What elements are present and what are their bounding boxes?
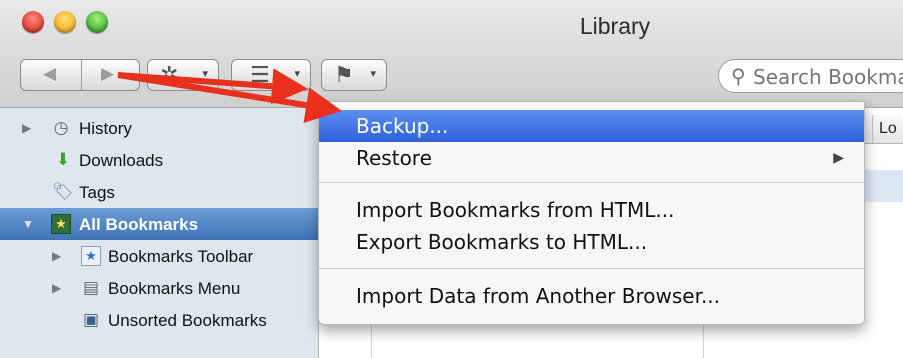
- disclosure-triangle-icon[interactable]: ▼: [22, 217, 34, 231]
- star-folder-icon: ★: [81, 246, 101, 266]
- search-field[interactable]: ⚲: [718, 59, 903, 93]
- menu-item-import-html[interactable]: Import Bookmarks from HTML...: [319, 194, 864, 226]
- menu-separator: [319, 182, 864, 183]
- sidebar-item-label: Tags: [79, 183, 115, 202]
- sidebar-item-unsorted-bookmarks[interactable]: ▣ Unsorted Bookmarks: [0, 304, 318, 336]
- column-header-location[interactable]: Lo: [879, 120, 897, 138]
- unsorted-folder-icon: ▣: [82, 310, 100, 329]
- menu-item-import-browser[interactable]: Import Data from Another Browser...: [319, 280, 864, 312]
- sidebar-item-tags[interactable]: 🏷 Tags: [0, 176, 318, 208]
- disclosure-triangle-icon[interactable]: ▶: [52, 281, 61, 295]
- list-view-icon: ☰: [250, 62, 270, 87]
- column-separator: [872, 115, 873, 143]
- submenu-arrow-icon: ▶: [833, 150, 844, 166]
- sidebar-item-bookmarks-toolbar[interactable]: ▶ ★ Bookmarks Toolbar: [0, 240, 318, 272]
- window-title: Library: [579, 13, 651, 39]
- clock-icon: ◷: [53, 118, 69, 137]
- sidebar-item-downloads[interactable]: ⬇ Downloads: [0, 144, 318, 176]
- back-icon[interactable]: ◀: [43, 64, 56, 84]
- menu-item-label: Export Bookmarks to HTML...: [356, 230, 648, 254]
- menu-item-label: Restore: [356, 146, 432, 170]
- organize-button[interactable]: ✲ ▾: [147, 59, 219, 91]
- views-button[interactable]: ☰ ▾: [231, 59, 311, 91]
- tag-icon: 🏷: [52, 182, 74, 201]
- import-backup-menu: Backup... Restore ▶ Import Bookmarks fro…: [318, 101, 865, 325]
- sidebar-item-label: Unsorted Bookmarks: [108, 311, 267, 330]
- sidebar-item-label: Downloads: [79, 151, 164, 170]
- menu-item-label: Backup...: [356, 114, 449, 138]
- chevron-down-icon: ▾: [370, 68, 376, 80]
- sidebar-item-label: Bookmarks Toolbar: [108, 247, 254, 266]
- bookmarks-star-icon: ★: [51, 214, 71, 234]
- back-forward-group: ◀ ▶: [20, 59, 140, 91]
- sidebar-item-label: Bookmarks Menu: [108, 279, 241, 298]
- menu-separator: [319, 268, 864, 269]
- title-toolbar: Library ◀ ▶ ✲ ▾ ☰ ▾ ⚑ ▾ ⚲: [0, 0, 903, 108]
- import-backup-icon: ⚑: [334, 62, 354, 87]
- chevron-down-icon: ▾: [294, 68, 300, 80]
- gear-icon: ✲: [160, 62, 179, 87]
- sidebar-item-bookmarks-menu[interactable]: ▶ ▤ Bookmarks Menu: [0, 272, 318, 304]
- menu-item-export-html[interactable]: Export Bookmarks to HTML...: [319, 226, 864, 258]
- library-window: Library ◀ ▶ ✲ ▾ ☰ ▾ ⚑ ▾ ⚲ ▶ ◷ History: [0, 0, 903, 358]
- sidebar-item-history[interactable]: ▶ ◷ History: [0, 112, 318, 144]
- import-backup-button[interactable]: ⚑ ▾: [321, 59, 387, 91]
- menu-item-label: Import Data from Another Browser...: [356, 284, 721, 308]
- search-input[interactable]: [753, 65, 903, 89]
- menu-folder-icon: ▤: [82, 278, 100, 297]
- sidebar-item-label: All Bookmarks: [79, 215, 199, 234]
- disclosure-triangle-icon[interactable]: ▶: [22, 121, 31, 135]
- sidebar: ▶ ◷ History ⬇ Downloads 🏷 Tags ▼ ★ All B…: [0, 108, 318, 358]
- chevron-down-icon: ▾: [202, 68, 208, 80]
- sidebar-item-label: History: [79, 119, 132, 138]
- disclosure-triangle-icon[interactable]: ▶: [52, 249, 61, 263]
- menu-item-restore[interactable]: Restore ▶: [319, 142, 864, 174]
- menu-item-backup[interactable]: Backup...: [319, 110, 864, 142]
- forward-icon[interactable]: ▶: [101, 64, 114, 84]
- sidebar-item-all-bookmarks[interactable]: ▼ ★ All Bookmarks: [0, 208, 318, 240]
- nav-divider: [81, 60, 82, 90]
- download-arrow-icon: ⬇: [55, 150, 71, 169]
- search-icon: ⚲: [731, 66, 746, 88]
- menu-item-label: Import Bookmarks from HTML...: [356, 198, 675, 222]
